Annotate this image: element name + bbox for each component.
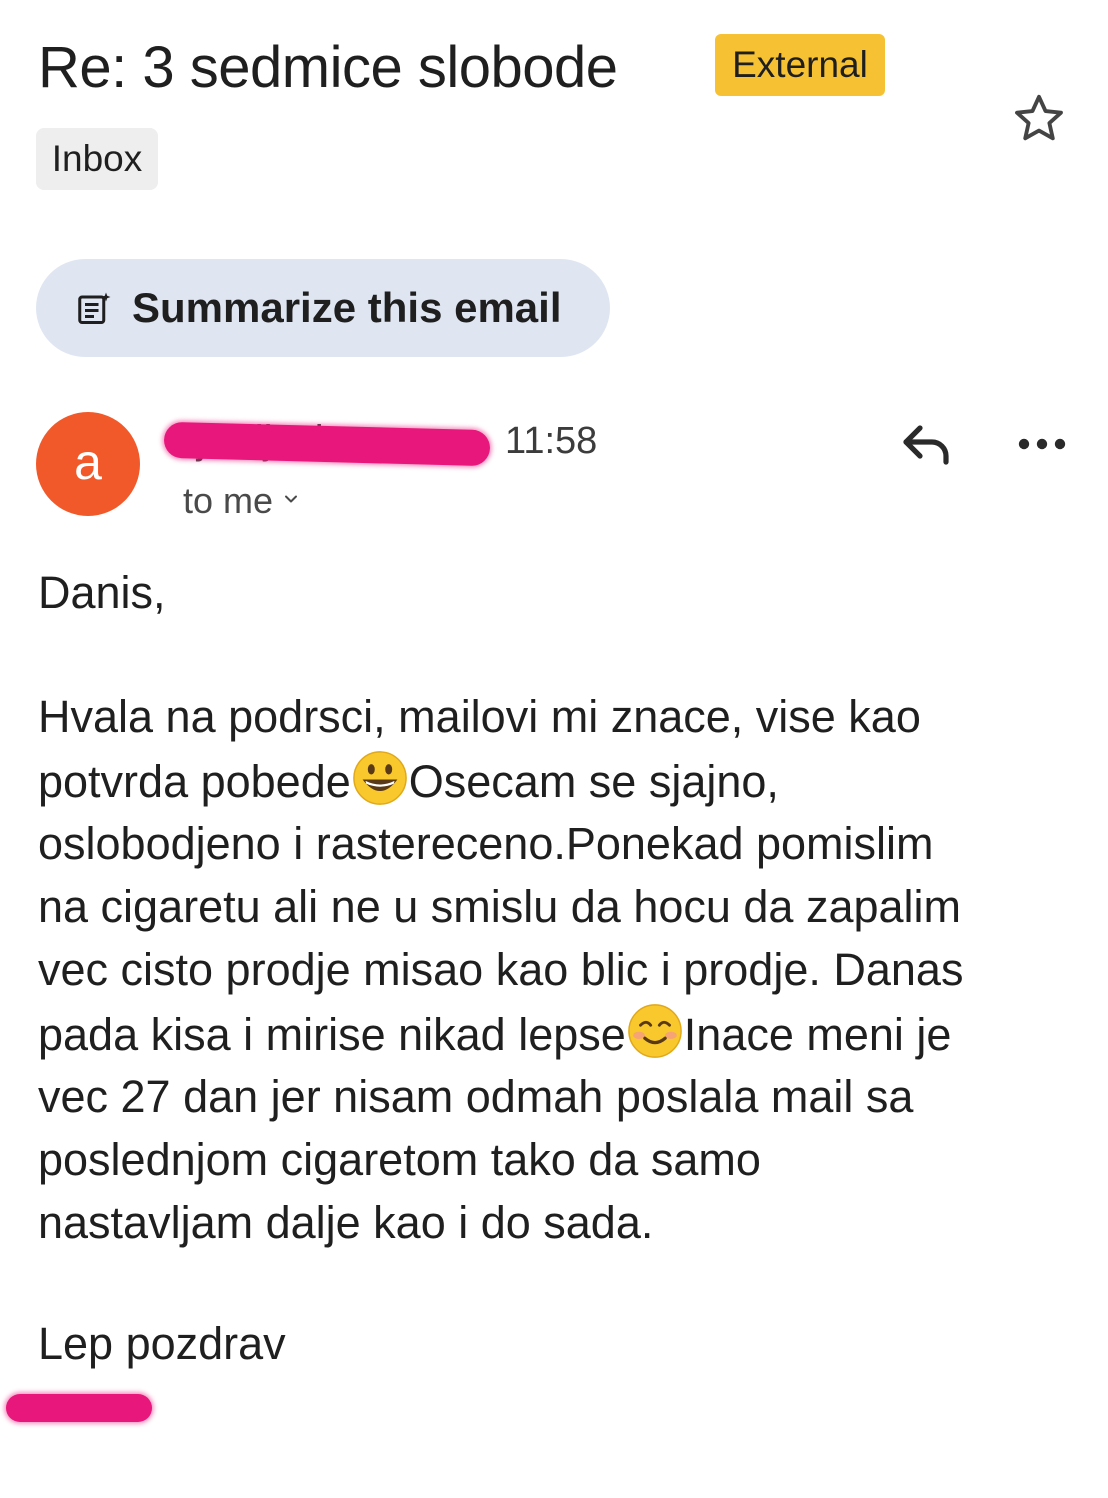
smiling-face-emoji — [627, 1003, 682, 1058]
external-badge: External — [715, 34, 885, 96]
message-sign-off: Lep pozdrav — [38, 1318, 286, 1369]
summarize-email-button[interactable]: Summarize this email — [36, 259, 610, 357]
summarize-label: Summarize this email — [132, 284, 562, 331]
message-body: Hvala na podrsci, mailovi mi znace, vise… — [38, 686, 1078, 1254]
chevron-down-icon — [285, 495, 298, 503]
email-subject: Re: 3 sedmice slobode — [38, 35, 618, 100]
reply-icon[interactable] — [900, 420, 956, 468]
summarize-sparkle-icon — [78, 292, 111, 324]
recipient-details-toggle[interactable]: to me — [183, 478, 301, 524]
signature-redaction — [6, 1394, 152, 1422]
recipient-label: to me — [183, 480, 274, 521]
star-icon[interactable] — [1010, 90, 1068, 148]
message-time: 11:58 — [505, 420, 598, 462]
more-options-icon[interactable] — [1016, 424, 1068, 464]
inbox-label-chip[interactable]: Inbox — [36, 128, 158, 190]
grinning-face-emoji — [352, 750, 407, 805]
sender-avatar[interactable]: a — [36, 412, 140, 516]
message-greeting: Danis, — [38, 567, 166, 618]
